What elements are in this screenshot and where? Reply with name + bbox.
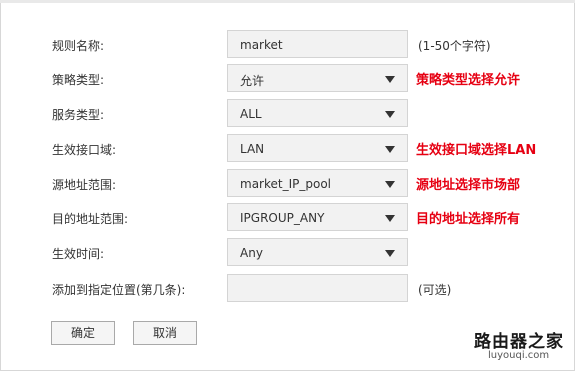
policy-type-select[interactable]: 允许 (227, 64, 408, 92)
effective-time-value: Any (240, 246, 263, 260)
watermark-logo: 路由器之家 luyouqi.com (474, 323, 570, 367)
destination-address-label: 目的地址范围: (52, 212, 129, 226)
interface-zone-value: LAN (240, 142, 265, 156)
source-address-select[interactable]: market_IP_pool (227, 169, 408, 197)
top-divider (0, 0, 575, 3)
service-type-select[interactable]: ALL (227, 99, 408, 127)
policy-type-value: 允许 (240, 74, 265, 88)
interface-zone-note: 生效接口域选择LAN (416, 143, 537, 158)
rule-name-value: market (240, 38, 283, 52)
form-row-rule-name: 规则名称: market (1-50个字符) (0, 30, 575, 60)
position-hint: (可选) (418, 283, 452, 297)
source-address-label: 源地址范围: (52, 178, 117, 192)
rule-name-label: 规则名称: (52, 39, 105, 53)
position-input[interactable] (227, 274, 408, 302)
service-type-label: 服务类型: (52, 108, 105, 122)
destination-address-note: 目的地址选择所有 (416, 212, 521, 227)
chevron-down-icon[interactable] (385, 76, 395, 83)
cancel-button[interactable]: 取消 (133, 321, 197, 345)
form-row-service-type: 服务类型: ALL (0, 99, 575, 129)
chevron-down-icon[interactable] (385, 146, 395, 153)
form-row-effective-time: 生效时间: Any (0, 238, 575, 268)
interface-zone-select[interactable]: LAN (227, 134, 408, 162)
chevron-down-icon[interactable] (385, 111, 395, 118)
confirm-button[interactable]: 确定 (51, 321, 115, 345)
interface-zone-label: 生效接口域: (52, 143, 117, 157)
effective-time-label: 生效时间: (52, 247, 105, 261)
chevron-down-icon[interactable] (385, 181, 395, 188)
form-row-policy-type: 策略类型: 允许 策略类型选择允许 (0, 64, 575, 94)
policy-type-label: 策略类型: (52, 73, 105, 87)
rule-name-input[interactable]: market (227, 30, 408, 58)
form-row-destination-address: 目的地址范围: IPGROUP_ANY 目的地址选择所有 (0, 203, 575, 233)
service-type-value: ALL (240, 107, 262, 121)
watermark-text-cn: 路由器之家 (474, 332, 564, 352)
destination-address-select[interactable]: IPGROUP_ANY (227, 203, 408, 231)
watermark-text-en: luyouqi.com (488, 350, 550, 361)
effective-time-select[interactable]: Any (227, 238, 408, 266)
rule-name-hint: (1-50个字符) (418, 39, 491, 53)
chevron-down-icon[interactable] (385, 215, 395, 222)
chevron-down-icon[interactable] (385, 250, 395, 257)
form-row-interface-zone: 生效接口域: LAN 生效接口域选择LAN (0, 134, 575, 164)
form-row-source-address: 源地址范围: market_IP_pool 源地址选择市场部 (0, 169, 575, 199)
source-address-value: market_IP_pool (240, 177, 331, 191)
form-row-position: 添加到指定位置(第几条): (可选) (0, 274, 575, 304)
policy-type-note: 策略类型选择允许 (416, 73, 521, 88)
position-label: 添加到指定位置(第几条): (52, 283, 186, 297)
destination-address-value: IPGROUP_ANY (240, 211, 325, 225)
source-address-note: 源地址选择市场部 (416, 178, 521, 193)
